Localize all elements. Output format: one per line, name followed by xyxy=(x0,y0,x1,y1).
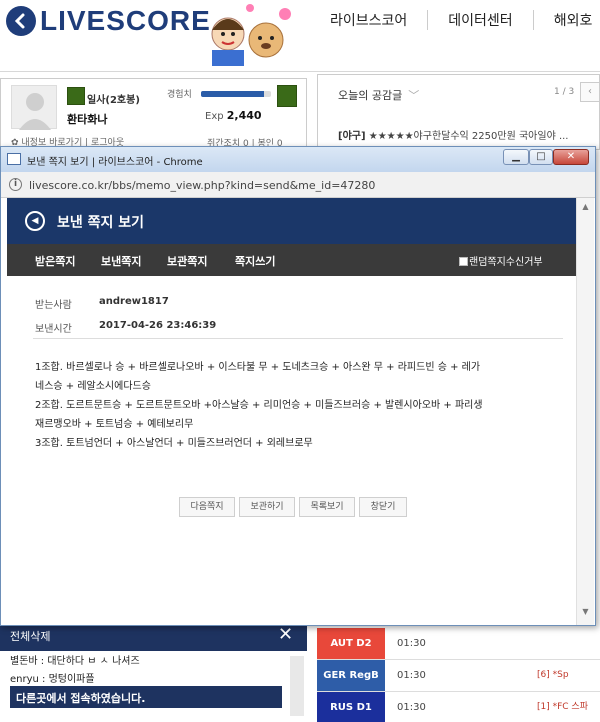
scroll-up-icon[interactable]: ▲ xyxy=(577,202,594,214)
nav-item-livescore[interactable]: 라이브스코어 xyxy=(330,10,429,30)
sent-time-label: 보낸시간 xyxy=(35,324,72,335)
memo-content-line: 재르맹오바 + 토트넘승 + 예테보리무 xyxy=(35,419,194,430)
empathy-pager: 1 / 3 xyxy=(554,87,575,97)
chat-close-icon[interactable]: ✕ xyxy=(278,624,293,646)
list-view-button[interactable]: 목록보기 xyxy=(299,497,355,517)
memo-body: 받는사람 andrew1817 보낸시간 2017-04-26 23:46:39… xyxy=(7,276,577,625)
match-teams: [6] *Sp xyxy=(537,670,569,680)
score-row[interactable]: RUS D1 01:30 [1] *FC 스파 xyxy=(317,692,600,722)
exp-label: 경험치 xyxy=(167,90,192,100)
tab-write[interactable]: 쪽지쓰기 xyxy=(235,253,275,269)
score-row[interactable]: AUT D2 01:30 xyxy=(317,628,600,660)
maximize-button[interactable]: □ xyxy=(529,149,553,165)
empathy-title[interactable]: 오늘의 공감글 ﹀ xyxy=(338,87,419,103)
memo-tabs: 받은쪽지 보낸쪽지 보관쪽지 쪽지쓰기 랜덤쪽지수신거부 xyxy=(7,244,585,276)
match-time: 01:30 xyxy=(397,702,426,713)
next-rank-badge-icon xyxy=(277,85,297,107)
popup-scrollbar[interactable]: ▲ ▼ xyxy=(576,198,594,625)
close-memo-button[interactable]: 창닫기 xyxy=(359,497,407,517)
empathy-panel: 오늘의 공감글 ﹀ 1 / 3 ‹ [야구] ★★★★★야구한달수익 2250만원… xyxy=(317,74,600,150)
site-logo[interactable]: LIVESCORE xyxy=(6,4,211,38)
scroll-down-icon[interactable]: ▼ xyxy=(577,607,594,619)
memo-header: ◀ 보낸 쪽지 보기 xyxy=(7,198,585,244)
recipient-label: 받는사람 xyxy=(35,300,72,311)
recipient-value: andrew1817 xyxy=(99,296,169,307)
rank-badge-icon xyxy=(67,87,85,105)
page-title: 보낸 쪽지 보기 xyxy=(57,215,145,231)
minimize-button[interactable]: ▁ xyxy=(503,149,529,165)
exp-progress-fill xyxy=(201,91,264,97)
back-arrow-icon[interactable]: ◀ xyxy=(25,211,45,231)
nav-item-overseas[interactable]: 해외호 xyxy=(534,10,600,30)
sent-time-value: 2017-04-26 23:46:39 xyxy=(99,320,217,331)
chat-clear-all[interactable]: 전체삭제 xyxy=(10,628,50,644)
logo-arrow-icon xyxy=(6,6,36,36)
chat-message: enryu : 멍텅이파플 xyxy=(10,674,95,685)
chevron-down-icon: ﹀ xyxy=(408,89,420,102)
memo-content-line: 네스승 + 레알소시에다드승 xyxy=(35,381,151,392)
league-badge: RUS D1 xyxy=(317,692,385,722)
league-badge: GER RegB xyxy=(317,660,385,691)
window-title: 보낸 쪽지 보기 | 라이브스코어 - Chrome xyxy=(27,157,203,168)
chat-scrollbar[interactable] xyxy=(290,656,304,716)
user-panel: 일사(2호봉) 환타화나 ✿ 내정보 바로가기 | 로그아웃 경험치 Exp 2… xyxy=(0,78,307,150)
random-memo-refuse[interactable]: 랜덤쪽지수신거부 xyxy=(459,253,543,268)
chat-notice: 다른곳에서 접속하였습니다. xyxy=(10,686,282,708)
close-window-button[interactable]: ✕ xyxy=(553,149,589,165)
next-memo-button[interactable]: 다음쪽지 xyxy=(179,497,235,517)
site-header: LIVESCORE 라이브스코어 데이터센터 해외호 xyxy=(0,0,600,72)
tab-sent[interactable]: 보낸쪽지 xyxy=(101,253,141,269)
avatar xyxy=(11,85,57,130)
chevron-left-icon[interactable]: ‹ xyxy=(580,82,600,102)
user-name: 환타화나 xyxy=(67,113,108,126)
address-url[interactable]: livescore.co.kr/bbs/memo_view.php?kind=s… xyxy=(29,179,375,192)
tab-received[interactable]: 받은쪽지 xyxy=(35,253,75,269)
divider xyxy=(33,338,563,339)
memo-content-line: 3조합. 토트넘언더 + 아스날언더 + 미들즈브러언더 + 외레브로무 xyxy=(35,438,313,449)
match-time: 01:30 xyxy=(397,670,426,681)
address-bar[interactable]: i livescore.co.kr/bbs/memo_view.php?kind… xyxy=(1,172,595,198)
window-title-bar[interactable]: 보낸 쪽지 보기 | 라이브스코어 - Chrome ▁ □ ✕ xyxy=(1,147,595,172)
info-icon[interactable]: i xyxy=(9,178,22,191)
refuse-checkbox[interactable] xyxy=(459,257,468,266)
mascot-image xyxy=(206,0,296,66)
memo-content-line: 1조합. 바르셀로나 승 + 바르셀로나오바 + 이스타불 무 + 도네츠크승 … xyxy=(35,362,481,373)
user-rank: 일사(2호봉) xyxy=(87,95,140,106)
league-badge: AUT D2 xyxy=(317,628,385,659)
tab-stored[interactable]: 보관쪽지 xyxy=(167,253,207,269)
exp-value: Exp 2,440 xyxy=(205,109,262,122)
top-nav: 라이브스코어 데이터센터 해외호 xyxy=(330,10,600,30)
logo-text: LIVESCORE xyxy=(40,5,211,36)
match-time: 01:30 xyxy=(397,638,426,649)
empathy-item[interactable]: [야구] ★★★★★야구한달수익 2250만원 국아일야 ... xyxy=(338,127,568,142)
match-teams: [1] *FC 스파 xyxy=(537,702,588,712)
nav-item-datacenter[interactable]: 데이터센터 xyxy=(428,10,534,30)
memo-popup-window: 보낸 쪽지 보기 | 라이브스코어 - Chrome ▁ □ ✕ i lives… xyxy=(0,146,596,626)
store-memo-button[interactable]: 보관하기 xyxy=(239,497,295,517)
memo-content-line: 2조합. 도르트문트승 + 도르트문트오바 +아스날승 + 리미언승 + 미들즈… xyxy=(35,400,483,411)
score-row[interactable]: GER RegB 01:30 [6] *Sp xyxy=(317,660,600,692)
chat-message: 별돈바 : 대단하다 ㅂ ㅅ 나셔즈 xyxy=(10,656,140,667)
envelope-icon xyxy=(7,153,21,165)
exp-progress-bar xyxy=(201,91,271,97)
